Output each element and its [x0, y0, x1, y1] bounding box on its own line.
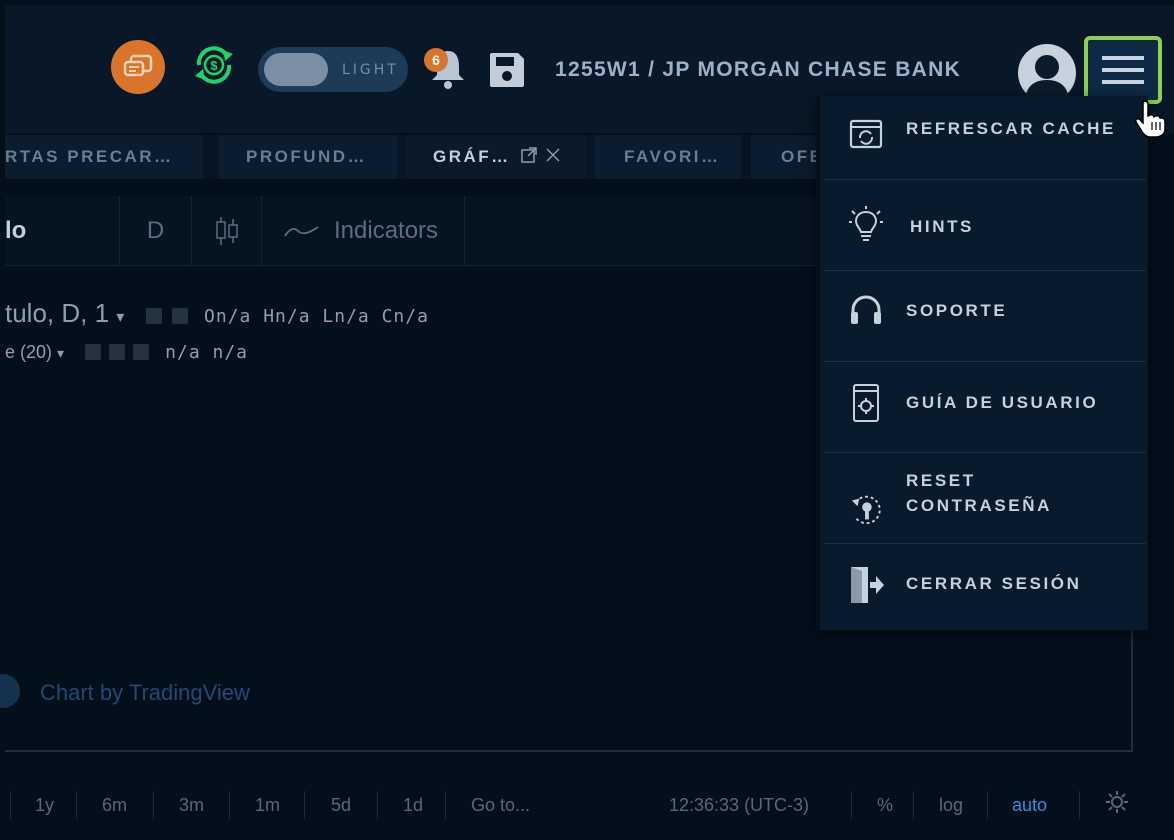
menu-item-label: RESET	[906, 471, 976, 490]
tab-alertas[interactable]: RTAS PRECAR…	[5, 135, 203, 179]
indicators-label: Indicators	[334, 217, 439, 244]
chart-settings-icon[interactable]	[1105, 790, 1129, 819]
menu-item-label: GUÍA DE USUARIO	[906, 393, 1099, 412]
series-title: tulo, D, 1	[5, 298, 110, 328]
theme-toggle[interactable]: LIGHT	[258, 47, 408, 92]
divider	[229, 791, 230, 819]
chart-bottom-toolbar: 1y 6m 3m 1m 5d 1d Go to... 12:36:33 (UTC…	[5, 783, 1174, 828]
interval-selector[interactable]: D	[120, 196, 192, 266]
range-6m[interactable]: 6m	[102, 795, 127, 816]
tab-label: GRÁF…	[433, 147, 511, 166]
chevron-down-icon[interactable]: ▾	[116, 309, 124, 326]
user-icon	[1025, 55, 1069, 98]
key-reset-icon	[848, 491, 884, 527]
study-values: n/a n/a	[165, 342, 248, 363]
study-legend: e (20) ▾ n/a n/a	[5, 342, 248, 363]
menu-item-label: REFRESCAR CACHE	[906, 119, 1116, 138]
chat-button[interactable]	[111, 40, 165, 94]
divider	[851, 791, 852, 819]
menu-item-cerrar-sesion[interactable]: CERRAR SESIÓN	[824, 545, 1146, 630]
time-display: 12:36:33 (UTC-3)	[669, 795, 810, 815]
menu-item-soporte[interactable]: SOPORTE	[824, 272, 1146, 362]
save-button[interactable]	[487, 50, 527, 90]
tab-label: RTAS PRECAR…	[5, 147, 174, 166]
chevron-down-icon[interactable]: ▾	[57, 345, 64, 361]
range-1y[interactable]: 1y	[35, 795, 54, 816]
tradingview-logo-icon	[0, 674, 20, 708]
currency-exchange-button[interactable]: $	[189, 40, 239, 90]
dollar-refresh-icon: $	[195, 46, 233, 84]
hamburger-icon	[1102, 56, 1144, 84]
indicators-icon	[284, 226, 319, 237]
chart-type-button[interactable]	[192, 196, 262, 266]
divider	[304, 791, 305, 819]
close-icon[interactable]	[545, 147, 561, 168]
hamburger-menu-button[interactable]	[1084, 36, 1162, 104]
tab-ofertas[interactable]: OFE	[751, 135, 821, 179]
tab-profundidad[interactable]: PROFUND…	[218, 135, 398, 179]
gear-icon[interactable]	[171, 308, 188, 324]
user-guide-icon	[848, 384, 884, 422]
lightbulb-icon	[848, 206, 884, 242]
divider	[445, 791, 446, 819]
user-avatar[interactable]	[1018, 44, 1076, 102]
range-1m[interactable]: 1m	[255, 795, 280, 816]
bank-title: 1255W1 / JP MORGAN CHASE BANK	[555, 58, 962, 81]
notification-badge: 6	[424, 48, 448, 72]
menu-item-label-line2: CONTRASEÑA	[906, 496, 1052, 515]
divider	[377, 791, 378, 819]
menu-item-refresh-cache[interactable]: REFRESCAR CACHE	[824, 96, 1146, 180]
divider	[913, 791, 914, 819]
chart-right-border	[1131, 630, 1133, 752]
pointer-hand-cursor-icon	[1135, 100, 1166, 138]
logout-icon	[848, 567, 884, 603]
interval-label: D	[146, 217, 165, 244]
popout-icon[interactable]	[520, 146, 537, 168]
symbol-label: lo	[5, 217, 27, 244]
goto-button[interactable]: Go to...	[471, 795, 530, 816]
tradingview-watermark[interactable]: Chart by TradingView	[40, 680, 250, 706]
theme-toggle-label: LIGHT	[342, 62, 399, 78]
svg-text:$: $	[210, 58, 218, 73]
chat-icon	[123, 54, 153, 77]
divider	[153, 791, 154, 819]
range-3m[interactable]: 3m	[179, 795, 204, 816]
symbol-search[interactable]: lo	[5, 196, 120, 266]
main-series-legend: tulo, D, 1 ▾ On/a Hn/a Ln/a Cn/a	[5, 298, 429, 329]
menu-item-label: HINTS	[910, 217, 974, 236]
candles-icon	[215, 217, 238, 245]
divider	[10, 791, 11, 819]
menu-item-label: SOPORTE	[906, 301, 1008, 320]
floppy-disk-icon	[490, 53, 524, 87]
tab-grafico[interactable]: GRÁF…	[406, 135, 586, 179]
eye-icon[interactable]	[85, 344, 102, 360]
gear-icon[interactable]	[109, 344, 126, 360]
divider	[987, 791, 988, 819]
eye-icon[interactable]	[145, 308, 162, 324]
refresh-cache-icon	[848, 116, 884, 152]
toggle-knob	[264, 53, 328, 86]
log-toggle[interactable]: log	[939, 795, 963, 816]
study-title: e (20)	[5, 342, 53, 362]
chart-bottom-border	[5, 750, 1133, 752]
user-menu-dropdown: REFRESCAR CACHE HINTS SOPORTE GUÍA DE US…	[816, 96, 1148, 630]
close-icon[interactable]	[133, 344, 150, 360]
range-5d[interactable]: 5d	[331, 795, 351, 816]
percent-toggle[interactable]: %	[877, 795, 893, 816]
menu-item-reset-contrasena[interactable]: RESET CONTRASEÑA	[824, 454, 1146, 544]
headset-icon	[848, 293, 884, 329]
ohlc-values: On/a Hn/a Ln/a Cn/a	[204, 306, 429, 327]
indicators-button[interactable]: Indicators	[262, 196, 465, 266]
tab-label: PROFUND…	[246, 147, 368, 166]
tab-favoritos[interactable]: FAVORI…	[594, 135, 741, 179]
menu-item-guia-usuario[interactable]: GUÍA DE USUARIO	[824, 363, 1146, 453]
menu-item-hints[interactable]: HINTS	[824, 181, 1146, 271]
divider	[1079, 791, 1080, 819]
auto-toggle[interactable]: auto	[1012, 795, 1047, 816]
divider	[76, 791, 77, 819]
tab-label: FAVORI…	[624, 147, 721, 166]
menu-item-label: CERRAR SESIÓN	[906, 574, 1082, 593]
range-1d[interactable]: 1d	[403, 795, 423, 816]
